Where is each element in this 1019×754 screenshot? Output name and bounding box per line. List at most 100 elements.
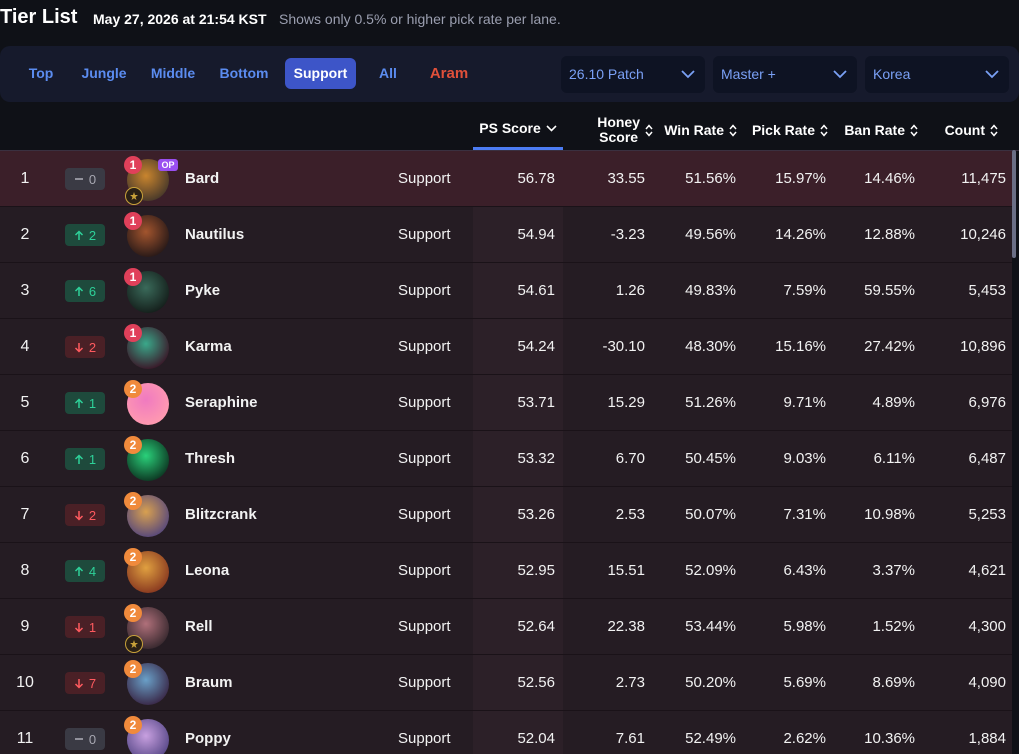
col-pick-rate-label: Pick Rate <box>751 121 815 138</box>
count-value: 10,246 <box>960 226 1006 243</box>
table-row[interactable]: 4 2 1 Karma Support 54.24 -30.10 48.30% 15.16% 27… <box>0 319 1012 375</box>
rank-change-value: 1 <box>88 451 97 467</box>
table-row[interactable]: 9 1 2 Rell Support 52.64 22.38 53.44% 5.98% 1.52%… <box>0 599 1012 655</box>
arrow-up-icon <box>74 285 84 297</box>
tier-badge: 1 <box>124 324 142 342</box>
rank: 8 <box>20 562 30 579</box>
rank-change-value: 1 <box>88 619 97 635</box>
sort-icon <box>910 123 918 137</box>
ps-score-value: 53.26 <box>517 506 555 523</box>
champion-name[interactable]: Leona <box>185 543 229 598</box>
rank-change-value: 7 <box>88 675 97 691</box>
ps-score-value: 52.04 <box>517 730 555 747</box>
tab-middle[interactable]: Middle <box>146 58 200 89</box>
win-rate-value: 52.09% <box>685 562 736 579</box>
col-count[interactable]: Count <box>930 110 998 150</box>
table-row[interactable]: 6 1 2 Thresh Support 53.32 6.70 50.45% 9.03% 6.11… <box>0 431 1012 487</box>
count-value: 4,621 <box>968 562 1006 579</box>
page-header: Tier List May 27, 2026 at 21:54 KST Show… <box>0 0 1019 40</box>
champion-role: Support <box>398 394 451 411</box>
dash-icon <box>74 177 84 181</box>
champion-name[interactable]: Seraphine <box>185 375 258 430</box>
rank-change-badge: 1 <box>65 616 105 638</box>
ps-score-value: 53.71 <box>517 394 555 411</box>
ban-rate-value: 12.88% <box>864 226 915 243</box>
tier-select[interactable]: Master + <box>713 56 857 93</box>
pick-rate-value: 7.31% <box>783 506 826 523</box>
champion-name[interactable]: Thresh <box>185 431 235 486</box>
region-select[interactable]: Korea <box>865 56 1009 93</box>
win-rate-value: 53.44% <box>685 618 736 635</box>
tab-all[interactable]: All <box>373 58 403 89</box>
tier-badge: 2 <box>124 492 142 510</box>
count-value: 5,453 <box>968 282 1006 299</box>
win-rate-value: 51.56% <box>685 170 736 187</box>
tab-support[interactable]: Support <box>285 58 356 89</box>
champion-name[interactable]: Karma <box>185 319 232 374</box>
col-honey-score-label: Honey Score <box>597 114 640 145</box>
champion-name[interactable]: Blitzcrank <box>185 487 257 542</box>
tab-aram[interactable]: Aram <box>423 58 475 89</box>
col-win-rate-label: Win Rate <box>664 121 724 138</box>
col-honey-score[interactable]: Honey Score <box>573 110 653 150</box>
filter-bar: Top Jungle Middle Bottom Support All Ara… <box>0 46 1019 102</box>
count-value: 10,896 <box>960 338 1006 355</box>
tab-bottom[interactable]: Bottom <box>214 58 274 89</box>
champion-role: Support <box>398 618 451 635</box>
table-row[interactable]: 1 0 1 OP Bard Support 56.78 33.55 51.56% 15.97% 14… <box>0 151 1012 207</box>
tier-badge: 2 <box>124 716 142 734</box>
col-ban-rate-label: Ban Rate <box>844 121 905 138</box>
champion-name[interactable]: Poppy <box>185 711 231 754</box>
tier-badge: 1 <box>124 156 142 174</box>
col-ps-score[interactable]: PS Score <box>473 110 563 150</box>
honey-score-value: -3.23 <box>610 226 645 243</box>
champion-name[interactable]: Nautilus <box>185 207 244 262</box>
win-rate-value: 52.49% <box>685 730 736 747</box>
champion-name[interactable]: Bard <box>185 151 219 206</box>
table-row[interactable]: 8 4 2 Leona Support 52.95 15.51 52.09% 6.43% 3.37… <box>0 543 1012 599</box>
champion-name[interactable]: Pyke <box>185 263 220 318</box>
col-win-rate[interactable]: Win Rate <box>655 110 737 150</box>
table-row[interactable]: 7 2 2 Blitzcrank Support 53.26 2.53 50.07% 7.31%… <box>0 487 1012 543</box>
tab-top[interactable]: Top <box>22 58 60 89</box>
tier-badge: 2 <box>124 548 142 566</box>
ps-score-value: 54.61 <box>517 282 555 299</box>
champion-name[interactable]: Braum <box>185 655 233 710</box>
rank: 6 <box>20 450 30 467</box>
champion-role: Support <box>398 338 451 355</box>
tab-jungle[interactable]: Jungle <box>76 58 132 89</box>
pick-rate-value: 6.43% <box>783 562 826 579</box>
sort-icon <box>645 123 653 137</box>
ban-rate-value: 27.42% <box>864 338 915 355</box>
col-pick-rate[interactable]: Pick Rate <box>743 110 828 150</box>
rank-change-badge: 0 <box>65 728 105 750</box>
patch-select[interactable]: 26.10 Patch <box>561 56 705 93</box>
ban-rate-value: 10.36% <box>864 730 915 747</box>
pick-rate-value: 15.97% <box>775 170 826 187</box>
tier-badge: 2 <box>124 380 142 398</box>
col-ps-score-label: PS Score <box>479 120 541 136</box>
count-value: 6,487 <box>968 450 1006 467</box>
ban-rate-value: 59.55% <box>864 282 915 299</box>
tier-badge: 2 <box>124 660 142 678</box>
honey-score-value: 22.38 <box>607 618 645 635</box>
table-row[interactable]: 11 0 2 Poppy Support 52.04 7.61 52.49% 2.62% 10.3… <box>0 711 1012 754</box>
table-row[interactable]: 2 2 1 Nautilus Support 54.94 -3.23 49.56% 14.26%… <box>0 207 1012 263</box>
table-row[interactable]: 5 1 2 Seraphine Support 53.71 15.29 51.26% 9.71%… <box>0 375 1012 431</box>
honey-score-value: -30.10 <box>602 338 645 355</box>
pick-rate-value: 14.26% <box>775 226 826 243</box>
table-row[interactable]: 10 7 2 Braum Support 52.56 2.73 50.20% 5.69% 8.69… <box>0 655 1012 711</box>
rank: 4 <box>20 338 30 355</box>
col-ban-rate[interactable]: Ban Rate <box>833 110 918 150</box>
sort-icon <box>820 123 828 137</box>
champion-name[interactable]: Rell <box>185 599 213 654</box>
pick-rate-value: 5.98% <box>783 618 826 635</box>
champion-role: Support <box>398 450 451 467</box>
table-row[interactable]: 3 6 1 Pyke Support 54.61 1.26 49.83% 7.59% 59.55%… <box>0 263 1012 319</box>
champion-role: Support <box>398 730 451 747</box>
ban-rate-value: 8.69% <box>872 674 915 691</box>
pick-rate-value: 15.16% <box>775 338 826 355</box>
scrollbar[interactable] <box>1012 150 1016 258</box>
arrow-up-icon <box>74 453 84 465</box>
rank-change-value: 2 <box>88 227 97 243</box>
